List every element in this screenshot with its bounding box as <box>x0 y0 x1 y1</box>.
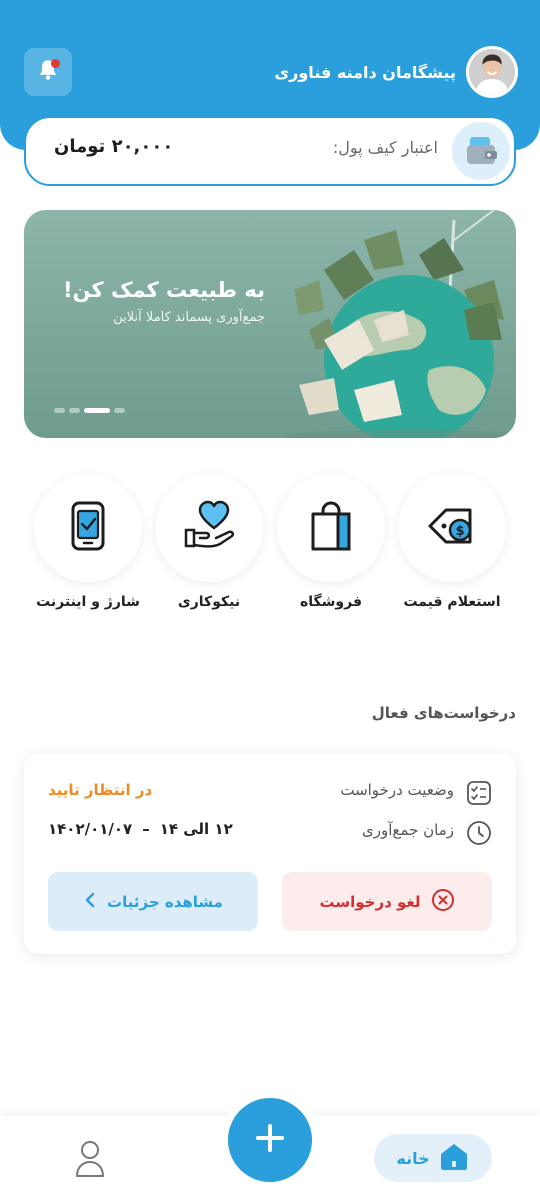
cancel-label: لغو درخواست <box>319 892 421 911</box>
avatar[interactable] <box>466 46 518 98</box>
details-label: مشاهده جزئیات <box>107 892 223 911</box>
wallet-amount: ۲۰,۰۰۰ تومان <box>54 136 174 157</box>
service-label: شارژ و اینترنت <box>36 594 140 610</box>
wallet-label: اعتبار کیف پول: <box>332 138 438 157</box>
banner-title: به طبیعت کمک کن! <box>62 278 265 302</box>
banner-dot[interactable] <box>54 408 65 413</box>
separator: – <box>142 820 150 838</box>
price-tag-icon: $ <box>426 500 478 556</box>
service-price-inquiry[interactable]: $ استعلام قیمت <box>398 474 506 610</box>
wallet-card[interactable]: اعتبار کیف پول: ۲۰,۰۰۰ تومان <box>24 116 516 186</box>
service-shop[interactable]: فروشگاه <box>277 474 385 610</box>
clock-icon <box>466 820 492 850</box>
user-icon <box>72 1141 108 1184</box>
request-card: وضعیت درخواست در انتظار تایید زمان جمع‌آ… <box>24 754 516 954</box>
shopping-bag-icon <box>306 500 356 556</box>
service-charity[interactable]: نیکوکاری <box>155 474 263 610</box>
plus-icon <box>253 1121 287 1159</box>
nav-profile[interactable] <box>72 1136 108 1180</box>
banner-dot[interactable] <box>69 408 80 413</box>
close-circle-icon <box>431 888 455 916</box>
view-details-button[interactable]: مشاهده جزئیات <box>48 872 258 931</box>
service-label: فروشگاه <box>299 594 362 610</box>
service-label: نیکوکاری <box>177 594 241 610</box>
notification-badge <box>51 59 60 68</box>
notification-button[interactable] <box>24 48 72 96</box>
wallet-icon <box>452 122 510 180</box>
date-value: ۱۴۰۲/۰۱/۰۷ <box>48 820 133 838</box>
banner-pagination <box>54 408 125 413</box>
time-range: ۱۲ الی ۱۴ <box>159 820 233 838</box>
chevron-left-icon <box>83 892 97 912</box>
status-value: در انتظار تایید <box>48 781 153 799</box>
home-label: خانه <box>396 1148 430 1168</box>
status-label: وضعیت درخواست <box>340 781 454 799</box>
banner-dot-active[interactable] <box>84 408 110 413</box>
banner-subtitle: جمع‌آوری پسماند کاملا آنلاین <box>113 310 265 325</box>
time-value: ۱۲ الی ۱۴ – ۱۴۰۲/۰۱/۰۷ <box>48 820 233 838</box>
service-mobile-charge[interactable]: شارژ و اینترنت <box>34 474 142 610</box>
charity-heart-icon <box>182 500 236 556</box>
nav-home[interactable]: خانه <box>374 1134 492 1182</box>
svg-text:$: $ <box>455 524 464 539</box>
section-title: درخواست‌های فعال <box>371 704 516 722</box>
mobile-charge-icon <box>68 500 108 556</box>
service-label: استعلام قیمت <box>403 594 501 610</box>
time-label: زمان جمع‌آوری <box>362 821 454 839</box>
cancel-request-button[interactable]: لغو درخواست <box>282 872 492 931</box>
banner-dot[interactable] <box>114 408 125 413</box>
add-request-button[interactable] <box>228 1098 312 1182</box>
promo-banner[interactable]: به طبیعت کمک کن! جمع‌آوری پسماند کاملا آ… <box>24 210 516 438</box>
checklist-icon <box>466 780 492 810</box>
company-name: پیشگامان دامنه فناوری <box>274 63 456 82</box>
home-icon <box>438 1141 470 1175</box>
